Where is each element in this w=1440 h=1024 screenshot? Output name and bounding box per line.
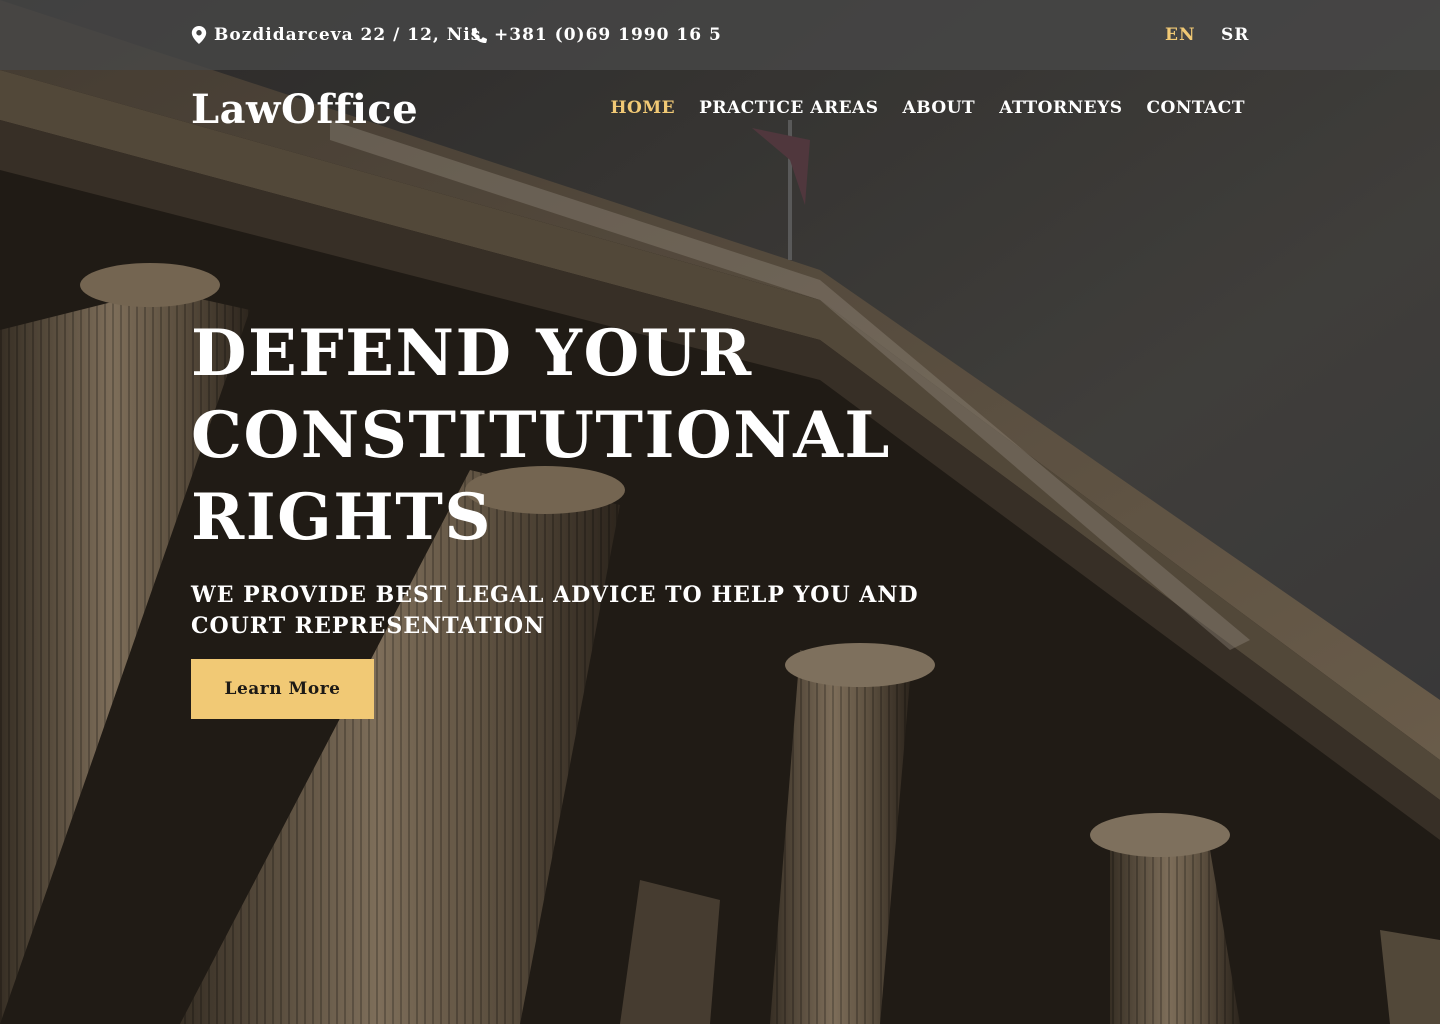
hero-subtitle: WE PROVIDE BEST LEGAL ADVICE TO HELP YOU… xyxy=(191,582,919,639)
language-en[interactable]: EN xyxy=(1165,25,1196,45)
top-info-bar: Bozdidarceva 22 / 12, Nis +381 (0)69 199… xyxy=(0,0,1440,70)
nav-item-attorneys[interactable]: ATTORNEYS xyxy=(999,98,1122,118)
nav-item-home[interactable]: HOME xyxy=(610,98,675,118)
phone-icon xyxy=(471,27,487,44)
learn-more-button[interactable]: Learn More xyxy=(191,659,374,719)
phone-text: +381 (0)69 1990 16 5 xyxy=(494,25,722,45)
nav-item-about[interactable]: ABOUT xyxy=(903,98,976,118)
hero-title-line: CONSTITUTIONAL xyxy=(191,398,891,473)
language-sr[interactable]: SR xyxy=(1221,25,1249,45)
map-pin-icon xyxy=(191,26,207,44)
hero-title-line: RIGHTS xyxy=(191,480,493,555)
address-text: Bozdidarceva 22 / 12, Nis xyxy=(214,25,482,45)
address: Bozdidarceva 22 / 12, Nis xyxy=(191,0,481,70)
hero-title-line: DEFEND YOUR xyxy=(191,316,753,391)
nav-item-practice-areas[interactable]: PRACTICE AREAS xyxy=(699,98,878,118)
phone[interactable]: +381 (0)69 1990 16 5 xyxy=(471,0,722,70)
main-nav: HOME PRACTICE AREAS ABOUT ATTORNEYS CONT… xyxy=(610,98,1245,118)
nav-item-contact[interactable]: CONTACT xyxy=(1147,98,1245,118)
hero-title: DEFEND YOUR CONSTITUTIONAL RIGHTS xyxy=(191,313,1071,559)
site-logo[interactable]: LawOffice xyxy=(191,86,418,133)
